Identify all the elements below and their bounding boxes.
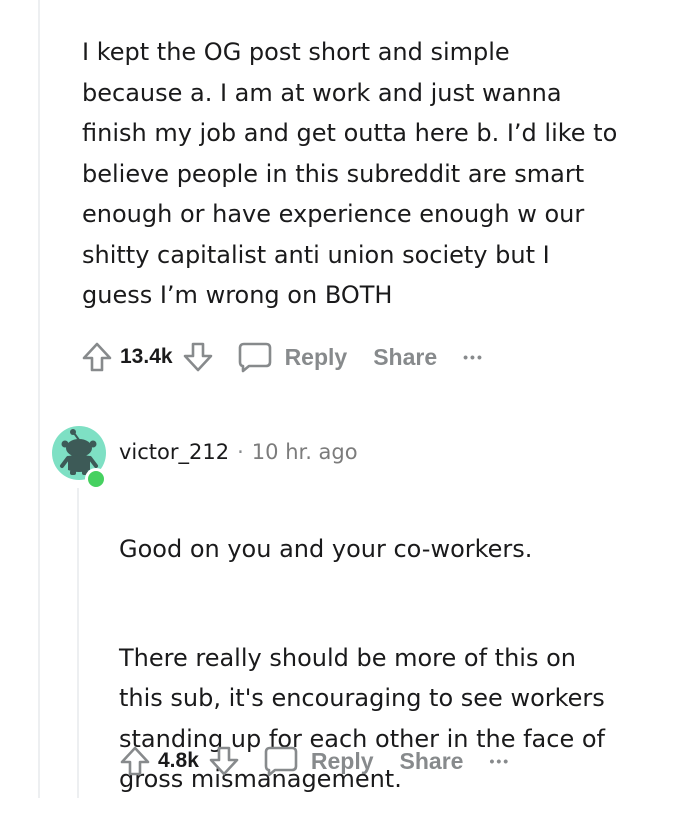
downvote-icon[interactable] <box>181 340 215 374</box>
upvote-icon[interactable] <box>118 744 152 778</box>
reply-comment-body: Good on you and your co-workers. There r… <box>119 488 679 840</box>
vote-count: 4.8k <box>158 749 199 772</box>
online-status-indicator <box>85 468 107 490</box>
share-button[interactable]: Share <box>373 344 437 371</box>
more-dots-icon[interactable]: ••• <box>489 753 510 769</box>
reply-button[interactable]: Reply <box>237 340 348 374</box>
reply-paragraph: Good on you and your co-workers. <box>119 534 533 563</box>
share-button[interactable]: Share <box>400 748 464 775</box>
meta-separator: · <box>237 440 244 464</box>
reply-button[interactable]: Reply <box>263 744 374 778</box>
comment-bubble-icon <box>237 340 273 374</box>
reply-comment-actions: 4.8k Reply Share ••• <box>118 744 510 778</box>
upvote-icon[interactable] <box>80 340 114 374</box>
comment-meta: victor_212 · 10 hr. ago <box>119 440 358 464</box>
more-dots-icon[interactable]: ••• <box>463 349 484 365</box>
parent-thread-line[interactable] <box>38 0 40 798</box>
comment-bubble-icon <box>263 744 299 778</box>
parent-comment-body: I kept the OG post short and simple beca… <box>82 38 618 309</box>
reply-label: Reply <box>284 343 348 370</box>
reply-label: Reply <box>310 747 374 774</box>
username-link[interactable]: victor_212 <box>119 440 229 464</box>
timestamp[interactable]: 10 hr. ago <box>252 440 358 464</box>
reply-thread-line[interactable] <box>77 488 79 798</box>
parent-comment-actions: 13.4k Reply Share ••• <box>80 340 484 374</box>
vote-count: 13.4k <box>120 345 173 368</box>
downvote-icon[interactable] <box>207 744 241 778</box>
